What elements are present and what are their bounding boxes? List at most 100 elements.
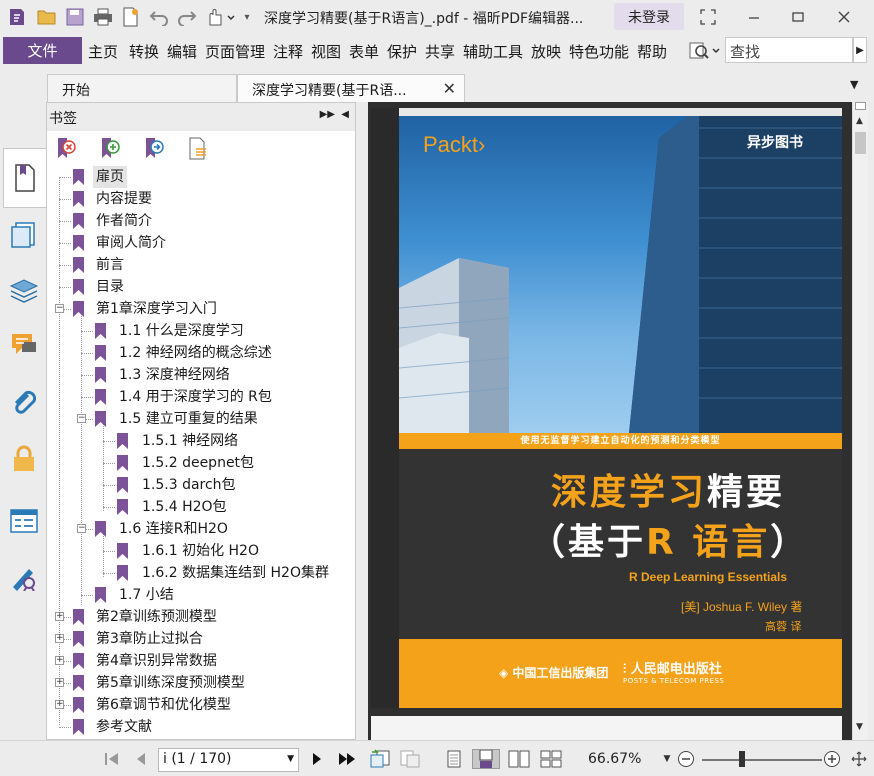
menu-slideshow[interactable]: 放映	[531, 41, 561, 62]
expand-toggle[interactable]: +	[55, 700, 64, 709]
collapse-toggle[interactable]: −	[55, 304, 64, 313]
search-input[interactable]: 查找	[725, 37, 853, 63]
save-icon[interactable]	[64, 6, 86, 28]
login-button[interactable]: 未登录	[614, 3, 684, 30]
search-go-button[interactable]: ▶	[853, 37, 867, 63]
menu-protect[interactable]: 保护	[387, 41, 417, 62]
bookmark-item[interactable]: 1.5.4 H2O包	[47, 496, 347, 518]
bookmark-item[interactable]: 1.6.2 数据集连结到 H2O集群	[47, 562, 347, 584]
zoom-slider-thumb[interactable]	[739, 751, 745, 767]
expand-toggle[interactable]: +	[55, 656, 64, 665]
bookmark-item[interactable]: 1.5.1 神经网络	[47, 430, 347, 452]
hand-tool-icon[interactable]	[204, 6, 238, 28]
page-number-input[interactable]: i (1 / 170) ▼	[158, 748, 299, 772]
bookmark-item[interactable]: 参考文献	[47, 716, 347, 738]
fullscreen-icon[interactable]	[850, 749, 868, 769]
continuous-facing-icon[interactable]	[538, 749, 564, 769]
undo-icon[interactable]	[148, 6, 170, 28]
signature-icon[interactable]	[9, 562, 39, 592]
security-lock-icon[interactable]	[9, 444, 39, 474]
minimize-button[interactable]	[742, 6, 766, 28]
print-icon[interactable]	[92, 6, 114, 28]
tab-document[interactable]: 深度学习精要(基于R语... ✕	[237, 74, 465, 102]
bookmark-item[interactable]: 作者简介	[47, 210, 347, 232]
form-fields-icon[interactable]	[9, 506, 39, 536]
expand-toggle[interactable]: +	[55, 612, 64, 621]
menu-comment[interactable]: 注释	[273, 41, 303, 62]
bookmark-item[interactable]: 1.6.1 初始化 H2O	[47, 540, 347, 562]
first-page-icon[interactable]	[100, 749, 124, 769]
single-page-view-icon[interactable]	[442, 749, 466, 769]
menu-help[interactable]: 帮助	[637, 41, 667, 62]
scroll-thumb[interactable]	[855, 132, 866, 154]
scroll-split-handle[interactable]	[855, 102, 866, 110]
bookmark-item[interactable]: 目录	[47, 276, 347, 298]
bookmark-item[interactable]: 扉页	[47, 166, 347, 188]
menu-convert[interactable]: 转换	[129, 41, 159, 62]
bookmark-item[interactable]: 1.3 深度神经网络	[47, 364, 347, 386]
menu-features[interactable]: 特色功能	[569, 41, 629, 62]
bookmark-item[interactable]: 内容提要	[47, 188, 347, 210]
zoom-level[interactable]: 66.67%	[588, 751, 641, 767]
zoom-dropdown-icon[interactable]: ▼	[660, 749, 674, 769]
scroll-up-icon[interactable]: ▲	[856, 116, 863, 126]
delete-bookmark-icon[interactable]	[55, 137, 79, 161]
menu-edit[interactable]: 编辑	[167, 41, 197, 62]
expand-toggle[interactable]: +	[55, 678, 64, 687]
document-viewport[interactable]: Packt› 异步图书 使用无监督学习建立自动化的预测和分类模型 深度学习精要 …	[368, 102, 854, 740]
menu-accessibility[interactable]: 辅助工具	[463, 41, 523, 62]
attachments-icon[interactable]	[9, 388, 39, 418]
menu-share[interactable]: 共享	[425, 41, 455, 62]
comments-icon[interactable]	[9, 330, 39, 360]
bookmark-item[interactable]: 1.7 小结	[47, 584, 347, 606]
menu-home[interactable]: 主页	[88, 41, 118, 62]
scroll-down-icon[interactable]: ▼	[856, 722, 863, 732]
bookmark-item[interactable]: 1.1 什么是深度学习	[47, 320, 347, 342]
bookmark-item[interactable]: − 第1章深度学习入门	[47, 298, 347, 320]
add-bookmark-icon[interactable]	[99, 137, 123, 161]
close-tab-icon[interactable]: ✕	[443, 79, 456, 98]
bookmark-item[interactable]: + 第2章训练预测模型	[47, 606, 347, 628]
bookmark-item[interactable]: + 第6章调节和优化模型	[47, 694, 347, 716]
bookmark-item[interactable]: − 1.6 连接R和H2O	[47, 518, 347, 540]
bookmark-item[interactable]: + 第4章识别异常数据	[47, 650, 347, 672]
maximize-button[interactable]	[786, 6, 810, 28]
next-page-icon[interactable]	[306, 749, 328, 769]
zoom-slider-track[interactable]	[702, 759, 822, 761]
bookmark-item[interactable]: 前言	[47, 254, 347, 276]
panel-splitter[interactable]	[356, 102, 368, 740]
continuous-view-icon[interactable]	[472, 749, 500, 769]
vertical-scrollbar[interactable]: ▲ ▼	[852, 102, 868, 740]
collapse-toggle[interactable]: −	[77, 524, 86, 533]
open-folder-icon[interactable]	[36, 6, 58, 28]
layers-icon[interactable]	[9, 276, 39, 306]
bookmark-item[interactable]: 1.4 用于深度学习的 R包	[47, 386, 347, 408]
new-document-icon[interactable]	[120, 6, 142, 28]
bookmarks-panel-icon[interactable]	[3, 148, 46, 208]
facing-view-icon[interactable]	[506, 749, 532, 769]
close-button[interactable]	[832, 6, 856, 28]
bookmark-item[interactable]: 1.5.2 deepnet包	[47, 452, 347, 474]
bookmark-options-icon[interactable]	[187, 137, 211, 161]
next-view-icon[interactable]	[398, 749, 422, 769]
chevron-down-icon[interactable]: ▼	[287, 754, 294, 764]
bookmark-item[interactable]: + 第3章防止过拟合	[47, 628, 347, 650]
goto-bookmark-icon[interactable]	[143, 137, 167, 161]
collapse-toggle[interactable]: −	[77, 414, 86, 423]
menu-view[interactable]: 视图	[311, 41, 341, 62]
menu-form[interactable]: 表单	[349, 41, 379, 62]
bookmark-item[interactable]: − 1.5 建立可重复的结果	[47, 408, 347, 430]
expand-toggle[interactable]: +	[55, 634, 64, 643]
pages-thumbnail-icon[interactable]	[9, 220, 39, 250]
previous-page-icon[interactable]	[130, 749, 152, 769]
zoom-out-icon[interactable]	[676, 749, 696, 769]
tab-start[interactable]: 开始	[47, 74, 237, 102]
previous-view-icon[interactable]	[368, 749, 392, 769]
last-page-icon[interactable]	[334, 749, 360, 769]
file-menu[interactable]: 文件	[3, 37, 82, 64]
tab-list-dropdown-icon[interactable]: ▼	[850, 78, 858, 91]
ribbon-toggle-icon[interactable]	[696, 6, 720, 28]
find-options-icon[interactable]	[689, 40, 723, 60]
panel-collapse-icon[interactable]: ▶▶ ◀	[320, 109, 349, 120]
customize-quick-access-icon[interactable]: ▾	[240, 6, 254, 28]
